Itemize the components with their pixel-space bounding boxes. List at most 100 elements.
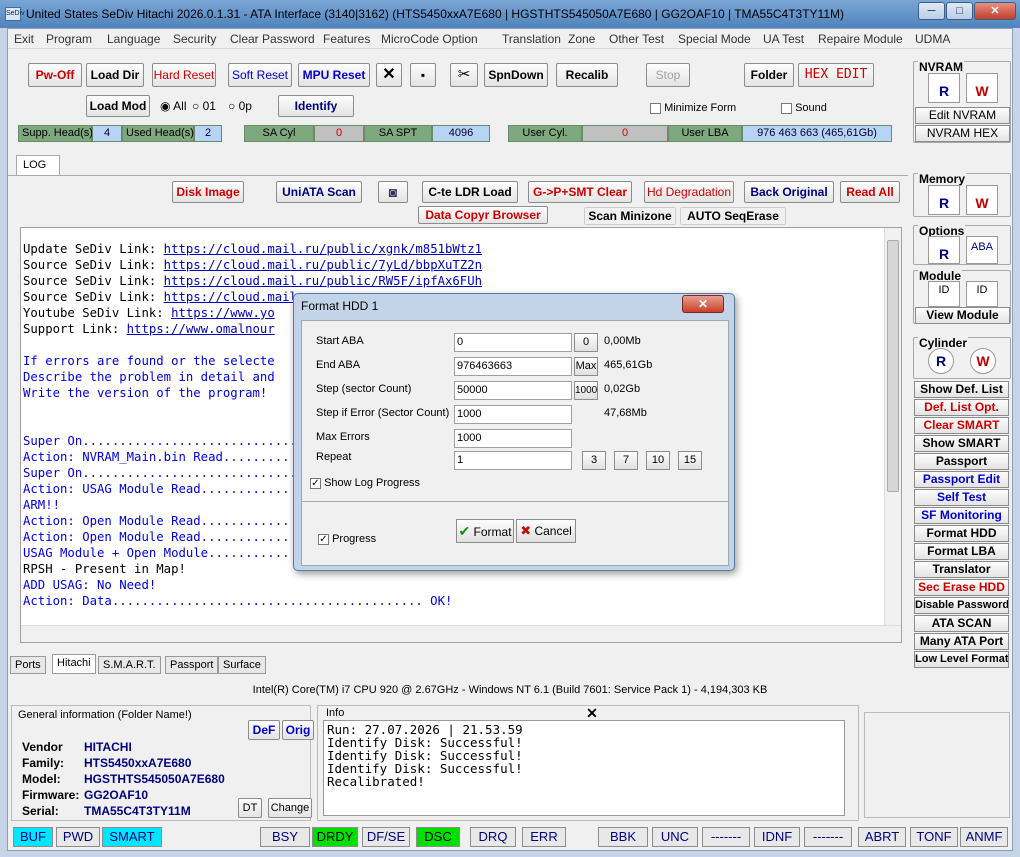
log-horizontal-scrollbar[interactable] [21, 625, 901, 642]
info-close-icon[interactable]: ✕ [576, 705, 608, 721]
module-id-read-icon[interactable]: ID [928, 281, 960, 307]
nvram-hex-button[interactable]: NVRAM HEX [915, 125, 1010, 142]
sound-box[interactable] [781, 102, 792, 114]
dt-button[interactable]: DT [238, 798, 262, 818]
pw-off-button[interactable]: Pw-Off [28, 63, 82, 87]
cancel-button[interactable]: ✖ Cancel [516, 519, 576, 543]
max-errors-input[interactable]: 1000 [454, 429, 572, 448]
right-button-many-ata-port[interactable]: Many ATA Port [914, 633, 1009, 650]
minimize-form-box[interactable] [650, 102, 661, 114]
right-button-format-lba[interactable]: Format LBA [914, 543, 1009, 560]
menu-item[interactable]: Special Mode [678, 32, 751, 46]
identify-button[interactable]: Identify [278, 95, 354, 117]
radio-0p[interactable]: ○ 0p [228, 99, 252, 113]
radio-01[interactable]: ○ 01 [192, 99, 216, 113]
update-link[interactable]: https://cloud.mail.ru/public/xgnk/m851bW… [164, 242, 482, 256]
right-button-translator[interactable]: Translator [914, 561, 1009, 578]
maximize-button[interactable]: □ [946, 2, 973, 20]
cylinder-write-icon[interactable]: W [970, 348, 996, 374]
orig-button[interactable]: Orig [282, 720, 314, 740]
scan-minizone-button[interactable]: Scan Minizone [584, 207, 676, 225]
format-button[interactable]: ✔ Format [456, 519, 514, 543]
back-original-button[interactable]: Back Original [744, 181, 834, 203]
right-button-low-level-format[interactable]: Low Level Format [914, 651, 1009, 668]
youtube-link[interactable]: https://www.yo [171, 306, 275, 320]
right-button-def-list-opt-[interactable]: Def. List Opt. [914, 399, 1009, 416]
show-log-check[interactable]: ✓ [310, 477, 321, 489]
menu-item[interactable]: UDMA [915, 32, 950, 46]
source-link[interactable]: https://cloud.mail.r [164, 290, 312, 304]
right-button-disable-password[interactable]: Disable Password [914, 597, 1009, 614]
show-log-progress-checkbox[interactable]: ✓ Show Log Progress [310, 477, 420, 489]
right-button-show-smart[interactable]: Show SMART [914, 435, 1009, 452]
right-button-passport-edit[interactable]: Passport Edit [914, 471, 1009, 488]
step-1000-button[interactable]: 1000 [574, 381, 598, 400]
progress-checkbox[interactable]: ✓ Progress [318, 533, 376, 545]
menu-item[interactable]: Clear Password [230, 32, 315, 46]
sound-checkbox[interactable]: Sound [781, 102, 827, 114]
load-dir-button[interactable]: Load Dir [86, 63, 144, 87]
load-mod-button[interactable]: Load Mod [86, 95, 150, 117]
right-button-show-def-list[interactable]: Show Def. List [914, 381, 1009, 398]
view-module-button[interactable]: View Module [915, 307, 1010, 324]
mpu-reset-button[interactable]: MPU Reset [298, 63, 370, 87]
progress-check[interactable]: ✓ [318, 533, 329, 545]
right-button-clear-smart[interactable]: Clear SMART [914, 417, 1009, 434]
menu-item[interactable]: Features [323, 32, 370, 46]
support-link[interactable]: https://www.omalnour [127, 322, 275, 336]
tab-smart[interactable]: S.M.A.R.T. [98, 656, 161, 674]
dialog-close-button[interactable]: ✕ [682, 295, 724, 313]
repeat-10-button[interactable]: 10 [646, 451, 670, 470]
step-error-input[interactable]: 1000 [454, 405, 572, 424]
close-button[interactable]: ✕ [974, 2, 1016, 20]
minimize-form-checkbox[interactable]: Minimize Form [650, 102, 736, 114]
max-button[interactable]: Max [574, 357, 598, 376]
cylinder-read-icon[interactable]: R [928, 348, 954, 374]
nvram-read-icon[interactable]: R [928, 73, 960, 103]
hex-edit-button[interactable]: HEX EDIT [798, 63, 874, 87]
memory-read-icon[interactable]: R [928, 185, 960, 215]
start-aba-input[interactable]: 0 [454, 333, 572, 352]
clear-icon[interactable]: ✕ [376, 63, 402, 87]
repeat-7-button[interactable]: 7 [614, 451, 638, 470]
source-link[interactable]: https://cloud.mail.ru/public/RW5F/ipfAx6… [164, 274, 482, 288]
menu-item[interactable]: Program [46, 32, 92, 46]
menu-item[interactable]: Language [107, 32, 160, 46]
radio-all[interactable]: ◉ All [160, 99, 187, 113]
menu-item[interactable]: Security [173, 32, 216, 46]
tab-passport[interactable]: Passport [165, 656, 219, 674]
minimize-button[interactable]: ─ [918, 2, 945, 20]
def-button[interactable]: DeF [248, 720, 280, 740]
repeat-input[interactable]: 1 [454, 451, 572, 470]
menu-item[interactable]: Repaire Module [818, 32, 903, 46]
nvram-write-icon[interactable]: W [966, 73, 998, 103]
hd-degradation-button[interactable]: Hd Degradation [644, 181, 734, 203]
menu-item[interactable]: Exit [14, 32, 34, 46]
disk-image-button[interactable]: Disk Image [172, 181, 244, 203]
auto-seqerase-button[interactable]: AUTO SeqErase [680, 207, 786, 225]
aba-icon[interactable]: ABA [966, 236, 998, 264]
right-button-self-test[interactable]: Self Test [914, 489, 1009, 506]
tab-ports[interactable]: Ports [10, 656, 46, 674]
tab-hitachi[interactable]: Hitachi [52, 654, 96, 674]
right-button-passport[interactable]: Passport [914, 453, 1009, 470]
tools-icon[interactable]: ✂ [450, 63, 478, 87]
menu-item[interactable]: MicroCode Option [381, 32, 478, 46]
menu-item[interactable]: Translation [502, 32, 561, 46]
read-all-button[interactable]: Read All [840, 181, 900, 203]
recalib-button[interactable]: Recalib [556, 63, 618, 87]
menu-item[interactable]: Zone [568, 32, 595, 46]
cte-ldr-load-button[interactable]: C-te LDR Load [422, 181, 518, 203]
right-button-ata-scan[interactable]: ATA SCAN [914, 615, 1009, 632]
edit-nvram-button[interactable]: Edit NVRAM [915, 107, 1010, 124]
soft-reset-button[interactable]: Soft Reset [228, 63, 292, 87]
repeat-3-button[interactable]: 3 [582, 451, 606, 470]
data-copyr-browser-button[interactable]: Data Copyr Browser [418, 206, 548, 224]
zero-button[interactable]: 0 [574, 333, 598, 352]
source-link[interactable]: https://cloud.mail.ru/public/7yLd/bbpXuT… [164, 258, 482, 272]
repeat-15-button[interactable]: 15 [678, 451, 702, 470]
log-vertical-scrollbar[interactable] [884, 228, 901, 642]
end-aba-input[interactable]: 976463663 [454, 357, 572, 376]
right-button-sec-erase-hdd[interactable]: Sec Erase HDD [914, 579, 1009, 596]
scroll-thumb[interactable] [887, 240, 899, 492]
